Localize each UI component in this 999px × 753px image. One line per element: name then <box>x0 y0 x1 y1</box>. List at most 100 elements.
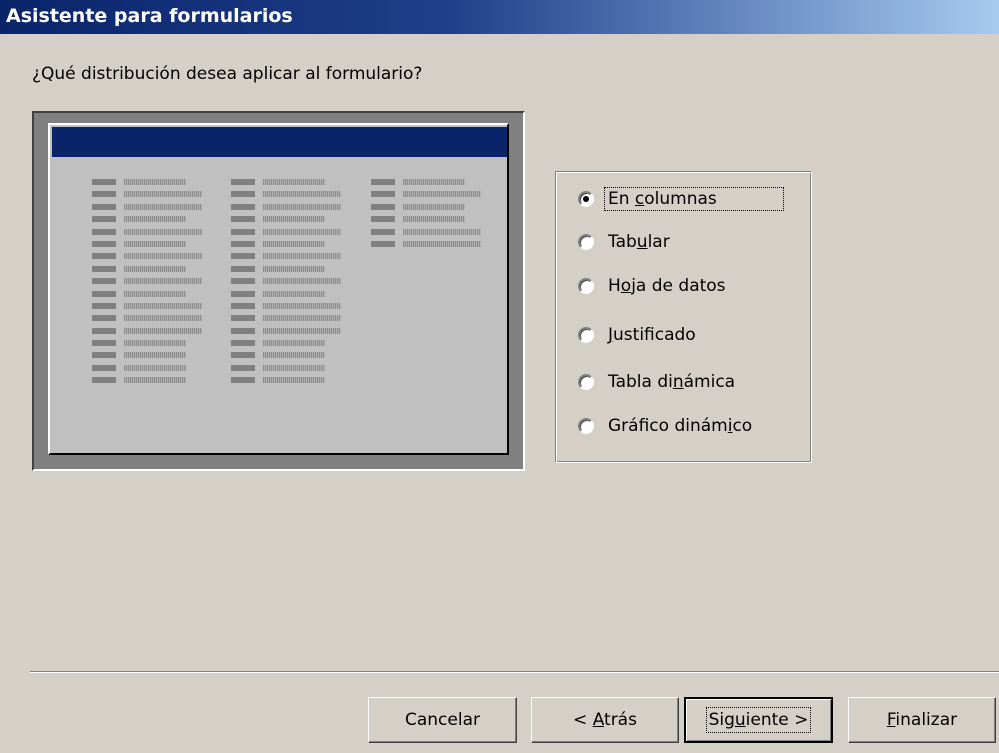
next-button-label: Siguiente > <box>705 707 812 733</box>
layout-preview <box>32 111 525 471</box>
preview-field-value <box>124 179 186 185</box>
option-justificado[interactable]: Justificado <box>578 322 699 348</box>
preview-field-label <box>92 340 116 347</box>
preview-field-label <box>231 240 255 247</box>
preview-field-label <box>231 352 255 359</box>
preview-field-value <box>124 228 202 235</box>
preview-field-value <box>263 315 341 322</box>
option-en-columnas[interactable]: En columnas <box>578 186 784 212</box>
cancel-button[interactable]: Cancelar <box>368 697 517 743</box>
preview-field-value <box>263 340 325 347</box>
preview-field-label <box>92 364 116 371</box>
preview-field-label <box>371 203 395 210</box>
next-button[interactable]: Siguiente > <box>684 697 833 743</box>
preview-field-label <box>231 302 255 309</box>
title-bar: Asistente para formularios <box>0 0 999 34</box>
preview-field-label <box>231 364 255 371</box>
back-button[interactable]: < Atrás <box>531 697 679 743</box>
preview-field-label <box>92 352 116 359</box>
preview-field-value <box>124 216 186 223</box>
preview-field-value <box>263 228 341 235</box>
preview-field-value <box>124 278 202 285</box>
preview-field-label <box>371 191 395 198</box>
preview-field-label <box>371 179 395 185</box>
preview-field-label <box>231 327 255 334</box>
preview-field-value <box>263 203 341 210</box>
preview-field-label <box>92 265 116 272</box>
preview-field-label <box>231 340 255 347</box>
option-label: Tabla dinámica <box>608 372 736 392</box>
preview-field-value <box>403 240 481 247</box>
option-label: Tabular <box>608 232 670 252</box>
preview-field-label <box>92 327 116 334</box>
preview-field-value <box>124 191 202 198</box>
preview-field-value <box>124 240 186 247</box>
preview-field-value <box>124 203 202 210</box>
preview-field-label <box>231 315 255 322</box>
preview-field-label <box>92 203 116 210</box>
preview-field-value <box>124 364 186 371</box>
preview-field-label <box>92 216 116 223</box>
preview-field-value <box>263 302 341 309</box>
preview-field-value <box>263 240 325 247</box>
preview-field-value <box>263 377 325 384</box>
preview-field-value <box>124 327 202 334</box>
preview-field-label <box>231 290 255 297</box>
option-grafico-dinamico[interactable]: Gráfico dinámico <box>578 413 755 439</box>
preview-field-value <box>403 228 481 235</box>
preview-field-label <box>231 216 255 223</box>
radio-icon[interactable] <box>578 191 594 207</box>
preview-field-value <box>124 253 202 260</box>
preview-field-value <box>263 327 341 334</box>
preview-field-label <box>231 228 255 235</box>
finish-button[interactable]: Finalizar <box>848 697 996 743</box>
layout-question: ¿Qué distribución desea aplicar al formu… <box>32 64 423 84</box>
preview-field-label <box>92 179 116 185</box>
preview-field-label <box>231 265 255 272</box>
preview-field-value <box>124 265 186 272</box>
radio-selected-dot-icon <box>583 196 589 202</box>
preview-field-label <box>231 377 255 384</box>
preview-field-value <box>403 179 465 185</box>
preview-form-header <box>52 127 507 157</box>
window-title: Asistente para formularios <box>6 5 293 27</box>
option-tabular[interactable]: Tabular <box>578 229 673 255</box>
preview-field-label <box>371 240 395 247</box>
preview-field-label <box>92 228 116 235</box>
option-label: Justificado <box>608 325 696 345</box>
preview-field-value <box>124 302 202 309</box>
option-label: En columnas <box>604 187 784 211</box>
preview-field-label <box>231 278 255 285</box>
preview-field-label <box>92 377 116 384</box>
preview-field-label <box>92 290 116 297</box>
radio-icon[interactable] <box>578 374 594 390</box>
preview-field-value <box>263 364 325 371</box>
preview-field-label <box>92 191 116 198</box>
radio-icon[interactable] <box>578 327 594 343</box>
preview-field-value <box>263 278 341 285</box>
preview-field-value <box>124 315 202 322</box>
preview-field-label <box>371 216 395 223</box>
preview-field-label <box>231 253 255 260</box>
preview-field-value <box>124 340 186 347</box>
back-button-label: < Atrás <box>573 710 637 730</box>
preview-form <box>48 123 509 455</box>
option-tabla-dinamica[interactable]: Tabla dinámica <box>578 369 738 395</box>
radio-icon[interactable] <box>578 418 594 434</box>
preview-field-value <box>263 352 325 359</box>
radio-icon[interactable] <box>578 278 594 294</box>
cancel-button-label: Cancelar <box>405 710 480 730</box>
preview-field-value <box>263 216 325 223</box>
option-hoja-de-datos[interactable]: Hoja de datos <box>578 273 729 299</box>
preview-field-value <box>403 203 465 210</box>
preview-field-value <box>263 179 325 185</box>
preview-field-value <box>263 253 341 260</box>
preview-field-label <box>92 315 116 322</box>
preview-field-value <box>263 191 341 198</box>
separator <box>30 671 999 673</box>
radio-icon[interactable] <box>578 234 594 250</box>
preview-field-value <box>263 290 325 297</box>
preview-field-value <box>403 191 481 198</box>
preview-field-label <box>92 302 116 309</box>
option-label: Hoja de datos <box>608 276 726 296</box>
